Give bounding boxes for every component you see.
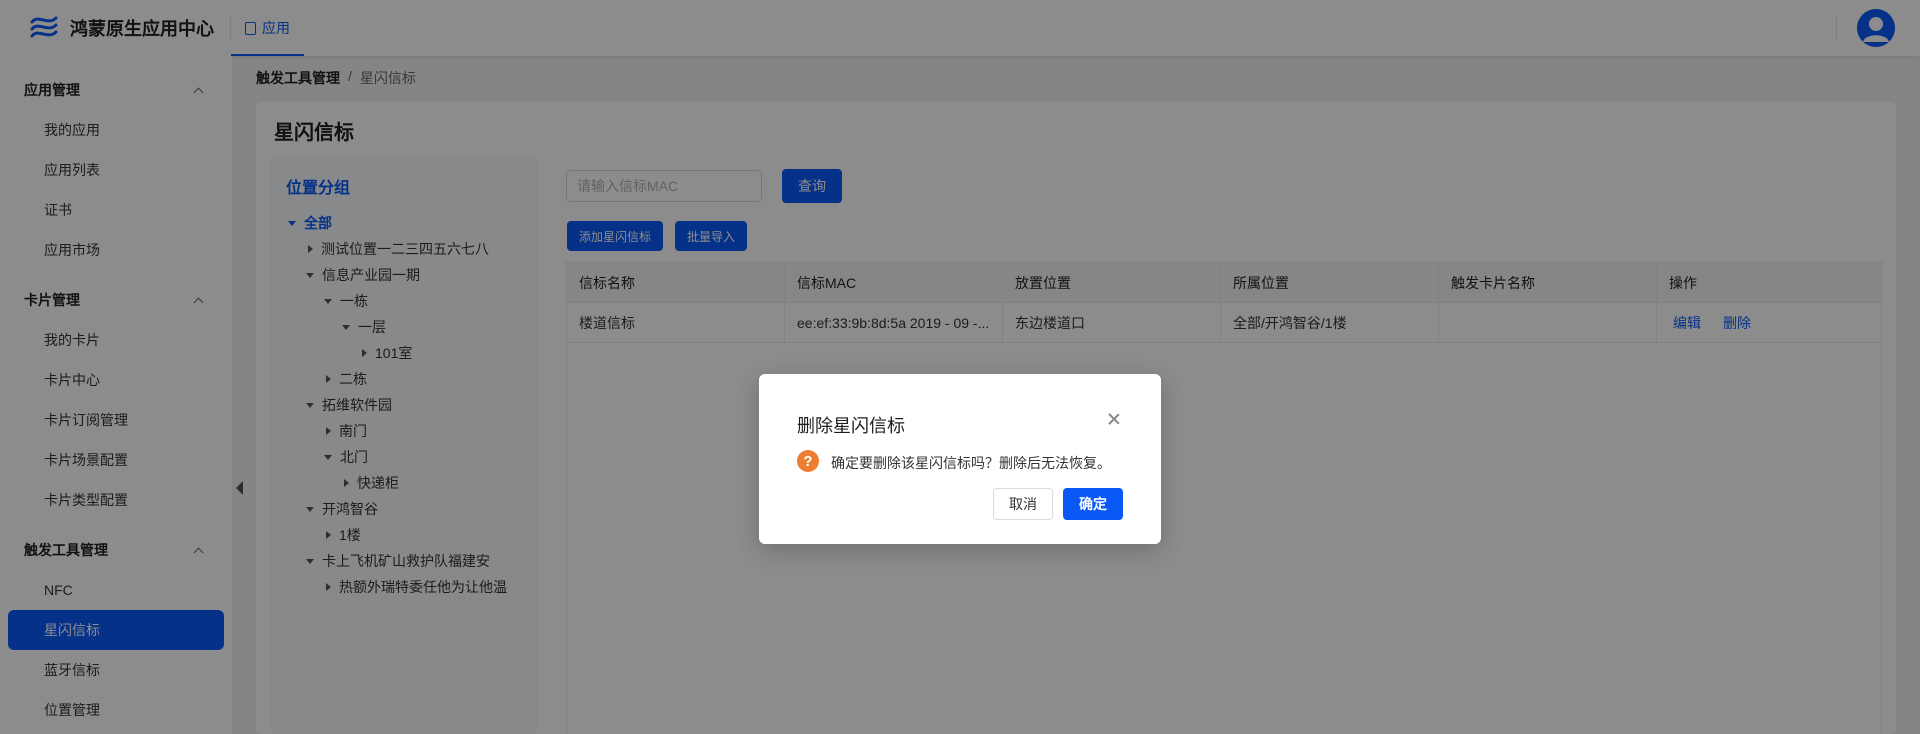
modal-overlay[interactable] <box>0 0 1920 734</box>
confirm-button[interactable]: 确定 <box>1063 488 1123 520</box>
delete-confirm-dialog: 删除星闪信标 ? 确定要删除该星闪信标吗？删除后无法恢复。 取消 确定 <box>759 374 1161 544</box>
dialog-message: 确定要删除该星闪信标吗？删除后无法恢复。 <box>831 455 1111 471</box>
question-icon: ? <box>797 450 819 472</box>
dialog-title: 删除星闪信标 <box>797 416 905 436</box>
cancel-button[interactable]: 取消 <box>993 488 1053 520</box>
close-icon[interactable] <box>1106 411 1122 427</box>
